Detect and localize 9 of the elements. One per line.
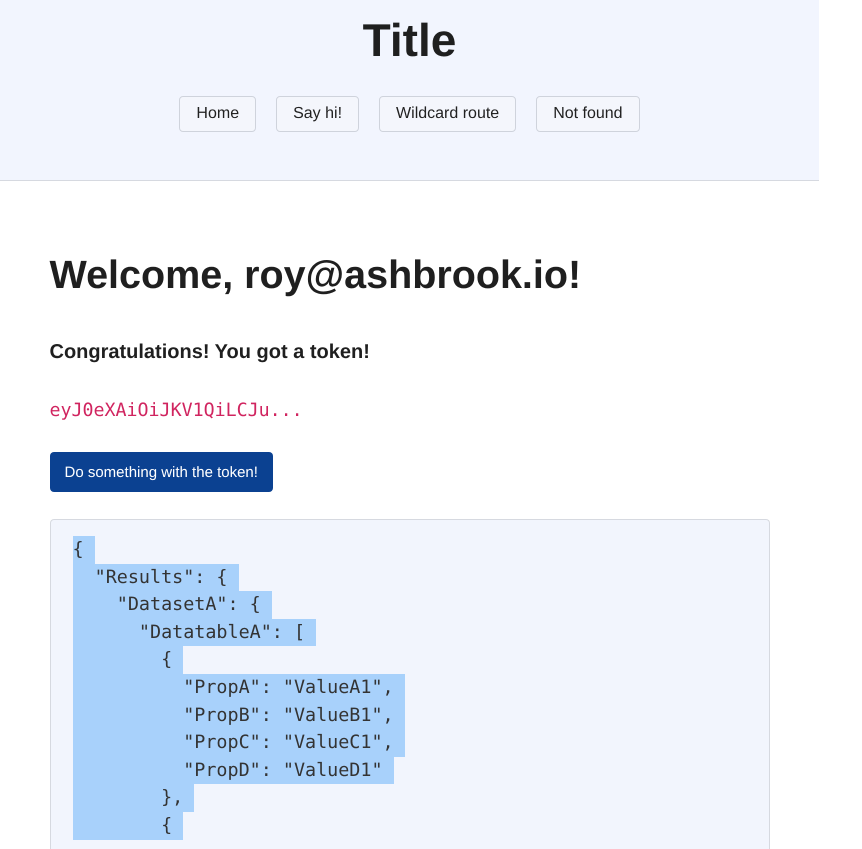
nav-button[interactable]: Say hi!: [276, 96, 360, 132]
token-action-button[interactable]: Do something with the token!: [50, 452, 273, 492]
token-text: eyJ0eXAiOiJKV1QiLCJu...: [50, 399, 303, 423]
nav-button[interactable]: Wildcard route: [379, 96, 516, 132]
nav-button[interactable]: Not found: [536, 96, 640, 132]
welcome-heading: Welcome, roy@ashbrook.io!: [50, 252, 582, 298]
site-title: Title: [362, 13, 456, 67]
token-heading: Congratulations! You got a token!: [50, 340, 370, 364]
nav-button[interactable]: Home: [179, 96, 256, 132]
